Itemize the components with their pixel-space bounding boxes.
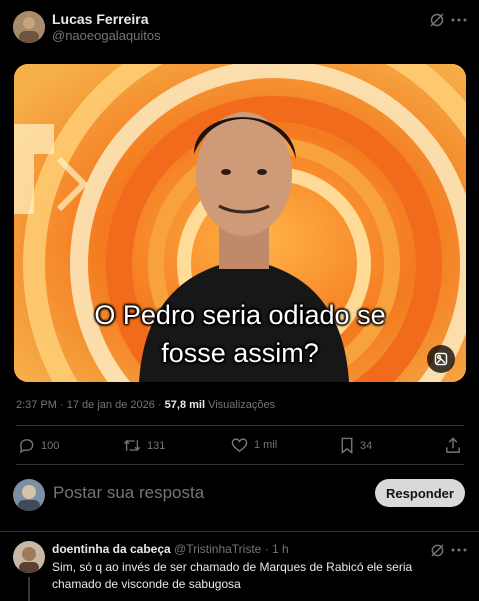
reply-author-name[interactable]: doentinha da cabeça bbox=[52, 542, 171, 556]
reply-time[interactable]: · 1 h bbox=[265, 542, 289, 556]
user-avatar[interactable] bbox=[13, 479, 45, 511]
reply-grok-icon[interactable] bbox=[428, 541, 446, 559]
reply-more-icon[interactable] bbox=[450, 541, 468, 559]
reply-text-line-1: Sim, só q ao invés de ser chamado de Mar… bbox=[52, 560, 413, 574]
meta-separator-2: · bbox=[157, 399, 162, 411]
bookmark-button[interactable]: 34 bbox=[340, 437, 372, 454]
reply-button[interactable]: 100 bbox=[18, 437, 59, 454]
author-handle[interactable]: @naoeogalaquitos bbox=[52, 28, 161, 43]
reply-author-avatar[interactable] bbox=[13, 541, 45, 573]
like-icon bbox=[231, 438, 248, 453]
image-caption-line-2: fosse assim? bbox=[161, 338, 319, 368]
post-meta: 2:37 PM · 17 de jan de 2026 · 57,8 mil V… bbox=[16, 399, 275, 411]
reply-header: doentinha da cabeça @TristinhaTriste · 1… bbox=[52, 542, 289, 556]
divider-top bbox=[16, 425, 464, 426]
grok-icon[interactable] bbox=[428, 11, 446, 29]
divider-bottom bbox=[0, 531, 479, 532]
share-icon bbox=[446, 437, 460, 453]
media-edit-icon[interactable] bbox=[427, 345, 455, 373]
reply-count: 100 bbox=[41, 439, 60, 452]
meta-separator: · bbox=[60, 399, 64, 411]
views-label: Visualizações bbox=[208, 399, 276, 411]
author-avatar[interactable] bbox=[13, 11, 45, 43]
image-caption-line-1: O Pedro seria odiado se bbox=[94, 300, 386, 330]
divider-middle bbox=[16, 464, 464, 465]
repost-count: 131 bbox=[147, 439, 166, 452]
thread-line bbox=[28, 577, 30, 601]
reply-author-handle[interactable]: @TristinhaTriste bbox=[174, 542, 261, 556]
repost-button[interactable]: 131 bbox=[123, 437, 165, 454]
like-count: 1 mil bbox=[254, 439, 278, 451]
reply-icon bbox=[19, 439, 34, 454]
repost-icon bbox=[123, 440, 141, 451]
author-name[interactable]: Lucas Ferreira bbox=[52, 11, 149, 27]
share-button[interactable] bbox=[445, 437, 461, 454]
post-time[interactable]: 2:37 PM bbox=[16, 399, 57, 411]
like-button[interactable]: 1 mil bbox=[231, 437, 277, 453]
reply-text-line-2: chamado de visconde de sabugosa bbox=[52, 577, 241, 591]
post-image[interactable]: O Pedro seria odiado se fosse assim? bbox=[14, 64, 466, 382]
reply-composer-input[interactable]: Postar sua resposta bbox=[53, 483, 204, 503]
respond-button[interactable]: Responder bbox=[375, 479, 465, 507]
bookmark-icon bbox=[341, 437, 353, 454]
views-count: 57,8 mil bbox=[164, 399, 206, 411]
bookmark-count: 34 bbox=[360, 439, 373, 452]
more-icon[interactable] bbox=[450, 11, 468, 29]
post-date[interactable]: 17 de jan de 2026 bbox=[67, 399, 155, 411]
